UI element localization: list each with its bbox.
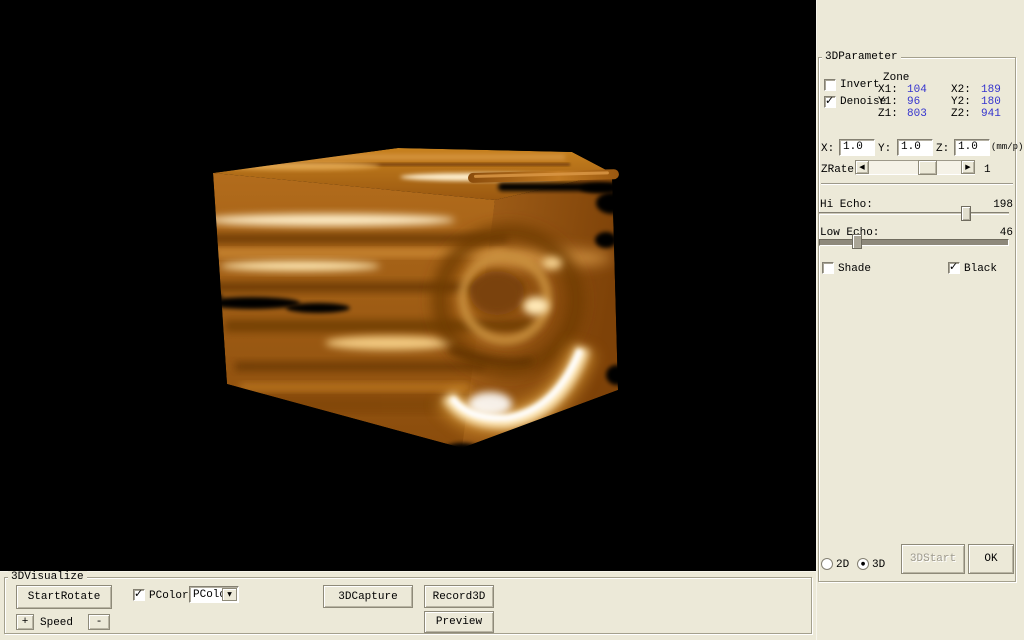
invert-checkbox[interactable] xyxy=(824,79,836,91)
scale-z-label: Z: xyxy=(936,143,949,155)
shade-label: Shade xyxy=(838,263,871,275)
3dstart-button[interactable]: 3DStart xyxy=(901,544,965,574)
parameter-separator xyxy=(821,183,1013,185)
radio-3d[interactable]: ● xyxy=(857,558,869,570)
zone-x1-label: X1: xyxy=(878,84,898,96)
denoise-checkbox[interactable]: ✓ xyxy=(824,96,836,108)
invert-label: Invert xyxy=(840,79,880,91)
combo-arrow-icon[interactable]: ▼ xyxy=(222,588,237,601)
zone-y2-value: 180 xyxy=(981,96,1001,108)
zone-z1-label: Z1: xyxy=(878,108,898,120)
zone-z2-value: 941 xyxy=(981,108,1001,120)
low-echo-label: Low Echo: xyxy=(820,227,879,239)
hi-echo-label: Hi Echo: xyxy=(820,199,873,211)
zone-title: Zone xyxy=(883,72,909,84)
radio-3d-label: 3D xyxy=(872,559,885,571)
speed-label: Speed xyxy=(40,617,73,629)
pcolor-combobox[interactable]: PColor ▼ xyxy=(189,586,239,603)
zone-x2-value: 189 xyxy=(981,84,1001,96)
zone-x1-value: 104 xyxy=(907,84,927,96)
zrate-scroll-thumb[interactable] xyxy=(918,160,937,175)
start-rotate-button[interactable]: StartRotate xyxy=(16,585,112,609)
3dcapture-button[interactable]: 3DCapture xyxy=(323,585,413,608)
low-echo-value: 46 xyxy=(970,227,1013,239)
preview-button[interactable]: Preview xyxy=(424,611,494,633)
scale-y-input[interactable]: 1.0 xyxy=(897,139,933,156)
zrate-label: ZRate xyxy=(821,164,854,176)
black-label: Black xyxy=(964,263,997,275)
zone-y1-label: Y1: xyxy=(878,96,898,108)
scale-x-label: X: xyxy=(821,143,834,155)
zone-z1-value: 803 xyxy=(907,108,927,120)
volume-render[interactable] xyxy=(0,0,816,571)
zone-z2-label: Z2: xyxy=(951,108,971,120)
parameter-groupbox xyxy=(818,57,1016,582)
zone-y1-value: 96 xyxy=(907,96,920,108)
app-window: { "app": { "panel_background": "#ECE9D8"… xyxy=(0,0,1024,640)
parameter-group-title: 3DParameter xyxy=(822,51,901,63)
zrate-value: 1 xyxy=(984,164,991,176)
scale-unit-label: (mm/p) xyxy=(991,141,1023,153)
ok-button[interactable]: OK xyxy=(968,544,1014,574)
scale-y-label: Y: xyxy=(878,143,891,155)
radio-2d-label: 2D xyxy=(836,559,849,571)
speed-minus-button[interactable]: - xyxy=(88,614,110,630)
black-checkbox[interactable]: ✓ xyxy=(948,262,960,274)
zone-y2-label: Y2: xyxy=(951,96,971,108)
zone-x2-label: X2: xyxy=(951,84,971,96)
zrate-scrollbar[interactable] xyxy=(855,160,975,175)
hi-echo-value: 198 xyxy=(970,199,1013,211)
shade-checkbox[interactable] xyxy=(822,262,834,274)
record3d-button[interactable]: Record3D xyxy=(424,585,494,608)
low-echo-slider-thumb[interactable] xyxy=(852,234,862,249)
pcolor-checkbox[interactable]: ✓ xyxy=(133,589,145,601)
hi-echo-slider[interactable] xyxy=(819,212,1009,215)
scale-x-input[interactable]: 1.0 xyxy=(839,139,875,156)
speed-plus-button[interactable]: + xyxy=(16,614,34,630)
pcolor-label: PColor xyxy=(149,590,189,602)
hi-echo-slider-thumb[interactable] xyxy=(961,206,971,221)
radio-2d[interactable] xyxy=(821,558,833,570)
render-viewport[interactable] xyxy=(0,0,816,571)
scale-z-input[interactable]: 1.0 xyxy=(954,139,990,156)
zrate-scroll-right-button[interactable]: ▶ xyxy=(961,160,975,174)
zrate-scroll-left-button[interactable]: ◀ xyxy=(855,160,869,174)
visualize-group-title: 3DVisualize xyxy=(8,571,87,583)
low-echo-slider[interactable] xyxy=(819,239,1009,246)
